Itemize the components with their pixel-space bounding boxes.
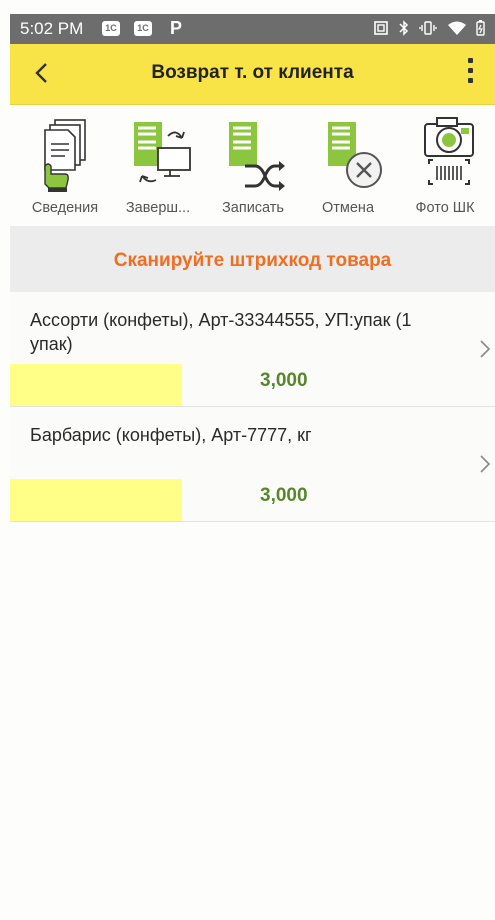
parking-notification-icon: P	[170, 18, 183, 38]
status-time: 5:02 PM	[20, 19, 84, 38]
photo-barcode-button[interactable]: Фото ШК	[400, 106, 490, 224]
scan-prompt-banner: Сканируйте штрихкод товара	[10, 226, 495, 292]
tool-label-save: Записать	[222, 200, 284, 216]
save-button[interactable]: Записать	[208, 106, 298, 224]
chevron-right-icon	[480, 455, 491, 473]
vibrate-icon	[419, 21, 437, 40]
item-quantity: 3,000	[260, 485, 308, 506]
item-highlight-field[interactable]	[10, 479, 182, 521]
document-hand-icon	[44, 119, 86, 192]
wifi-icon	[447, 21, 466, 40]
back-button[interactable]	[28, 58, 58, 88]
shuffle-save-icon	[229, 122, 285, 191]
item-name: Барбарис (конфеты), Арт-7777, кг	[30, 425, 312, 445]
more-vert-icon	[467, 58, 473, 63]
details-button[interactable]: Сведения	[20, 106, 110, 224]
bluetooth-icon	[399, 20, 409, 41]
camera-barcode-icon	[424, 117, 474, 185]
page-title: Возврат т. от клиента	[151, 62, 354, 83]
battery-icon	[476, 20, 485, 41]
overflow-menu-button[interactable]	[465, 58, 475, 90]
tool-label-finish: Заверш...	[125, 200, 191, 216]
status-icons	[368, 20, 485, 38]
item-name: Ассорти (конфеты), Арт-33344555, УП:упак…	[30, 310, 412, 354]
item-quantity: 3,000	[260, 370, 308, 391]
item-highlight-field[interactable]	[10, 364, 182, 406]
list-item[interactable]: Барбарис (конфеты), Арт-7777, кг 3,000	[10, 407, 495, 522]
arrow-back-icon	[35, 63, 47, 83]
chevron-right-icon	[480, 340, 491, 358]
nfc-icon	[374, 21, 388, 40]
tool-label-cancel: Отмена	[321, 200, 375, 216]
tool-label-details: Сведения	[31, 200, 99, 216]
sync-monitor-icon	[134, 122, 191, 183]
app-bar: Возврат т. от клиента	[10, 44, 495, 105]
finish-button[interactable]: Заверш...	[113, 106, 203, 224]
cancel-icon	[328, 122, 382, 188]
cancel-button[interactable]: Отмена	[303, 106, 393, 224]
list-item[interactable]: Ассорти (конфеты), Арт-33344555, УП:упак…	[10, 292, 495, 407]
app-1c-notification-icon-2: 1С	[134, 21, 152, 36]
app-1c-notification-icon: 1С	[102, 21, 120, 36]
status-bar: 5:02 PM 1С 1С P	[10, 14, 495, 44]
action-toolbar: Сведения Заверш... Записать Отмена Фото …	[10, 106, 495, 224]
tool-label-photo-barcode: Фото ШК	[415, 200, 475, 216]
scan-prompt-text: Сканируйте штрихкод товара	[113, 250, 392, 271]
